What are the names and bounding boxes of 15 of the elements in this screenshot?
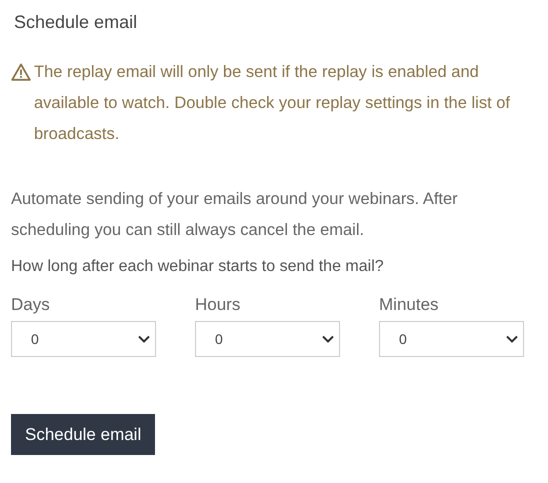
field-label: Days [11,294,51,316]
warning-icon [11,63,31,81]
dropdown-field[interactable]: 0 [379,321,524,357]
warning-text: The replay email will only be sent if the replay is enabled and available to watch. Double check your replay settings in the list of broadcasts. [34,62,511,145]
schedule-email-button[interactable]: Schedule email [11,414,156,455]
dropdown-field[interactable]: 0 [195,321,340,357]
question-text: How long after each webinar starts to send the mail? [11,257,385,277]
chevron-down-icon [322,335,334,343]
dropdown-field[interactable]: 0 [11,321,156,357]
field-label: Hours [195,294,242,316]
field-label: Minutes [379,294,440,316]
description-text: Automate sending of your emails around your webinars. After scheduling you can still always cancel the email. [11,189,459,241]
section-title: Schedule email [14,11,138,34]
chevron-down-icon [506,335,518,343]
chevron-down-icon [138,335,150,343]
